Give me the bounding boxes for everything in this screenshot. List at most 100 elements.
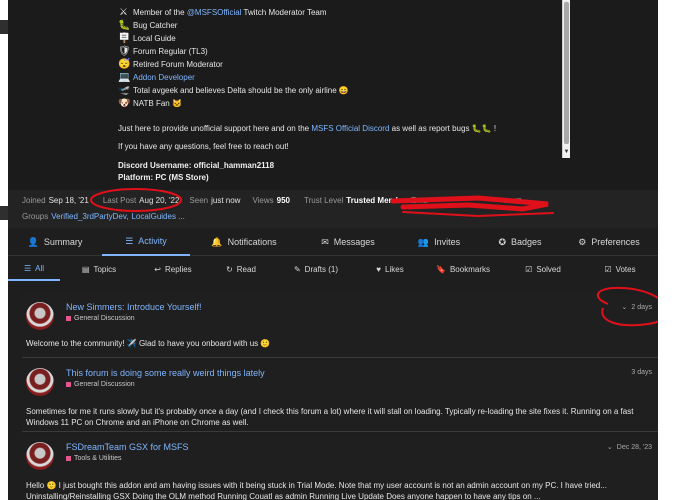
platform-line: Platform: PC (MS Store): [118, 173, 209, 182]
seen-value: just now: [211, 196, 241, 205]
support-line: Just here to provide unofficial support …: [118, 124, 496, 133]
tab-activity[interactable]: ☰ Activity: [102, 228, 190, 256]
email-label: Ema: [410, 196, 428, 205]
user-plus-icon: 👥: [417, 236, 430, 247]
post-excerpt: Welcome to the community! ✈️ Glad to hav…: [26, 339, 271, 348]
filter-votes[interactable]: ☑ Votes: [582, 257, 658, 281]
category-name: General Discussion: [74, 381, 135, 388]
badge-item: 🐛 Bug Catcher: [118, 19, 177, 32]
filter-topics[interactable]: ▤ Topics: [60, 257, 138, 281]
filter-bookmarks[interactable]: 🔖 Bookmarks: [422, 257, 504, 281]
badge-link[interactable]: @MSFSOfficial: [187, 8, 242, 17]
trust-level-value: Trusted Membe: [346, 196, 405, 205]
joined-value: Sep 18, '21: [48, 196, 89, 205]
tab-label: Messages: [333, 237, 375, 247]
topic-title-link[interactable]: New Simmers: Introduce Yourself!: [66, 302, 202, 312]
stream-icon: ☰: [125, 235, 134, 246]
badge-prefix: Member of the: [133, 8, 187, 17]
cog-icon: ⚙: [578, 236, 587, 247]
retired-face-icon: 😴: [118, 59, 131, 70]
filter-label: Solved: [536, 264, 561, 274]
group-link[interactable]: Verified_3rdPartyDev,: [51, 212, 128, 221]
chevron-down-icon[interactable]: ⌄: [607, 443, 613, 451]
tab-label: Preferences: [591, 237, 640, 247]
topic-title-link[interactable]: FSDreamTeam GSX for MSFS: [66, 442, 189, 452]
badge-item: 🛫 Total avgeek and believes Delta should …: [118, 84, 349, 97]
filter-label: Votes: [615, 264, 636, 274]
stream-item: New Simmers: Introduce Yourself! General …: [22, 294, 658, 358]
category-name: Tools & Utilities: [74, 455, 122, 462]
post-date: ⌄ 2 days: [622, 303, 653, 312]
category-badge[interactable]: Tools & Utilities: [66, 455, 121, 462]
category-color-swatch: [66, 316, 71, 321]
stream-item: This forum is doing some really weird th…: [22, 360, 658, 432]
badge-suffix: Twitch Moderator Team: [241, 8, 327, 17]
group-link[interactable]: LocalGuides ...: [131, 212, 184, 221]
tab-label: Activity: [138, 236, 167, 246]
bio-scrollbar[interactable]: ▲ ▼: [562, 0, 570, 158]
user-icon: 👤: [27, 236, 39, 247]
left-gutter: [0, 0, 8, 500]
tab-preferences[interactable]: ⚙ Preferences: [560, 228, 658, 256]
scrollbar-thumb[interactable]: [564, 2, 569, 144]
badge-prefix: Total avgeek and believes Delta should b…: [133, 86, 339, 95]
badge-link[interactable]: Addon Developer: [133, 73, 195, 82]
bug-icon: 🐛: [118, 20, 131, 31]
bell-icon: 🔔: [211, 236, 223, 247]
badge-text: Total avgeek and believes Delta should b…: [133, 86, 349, 95]
badge-text: Retired Forum Moderator: [133, 60, 223, 69]
badge-prefix: Local Guide: [133, 34, 176, 43]
heart-icon: ♥: [376, 264, 382, 274]
tab-messages[interactable]: ✉ Messages: [298, 228, 398, 256]
discord-username: Discord Username: official_hamman2118: [118, 161, 275, 170]
tab-label: Notifications: [227, 237, 277, 247]
trust-level-label: Trust Level: [304, 196, 344, 205]
filter-label: Drafts (1): [304, 264, 339, 274]
badge-item: 💻 Addon Developer: [118, 71, 195, 84]
list-icon: ☰: [23, 263, 32, 273]
filter-likes[interactable]: ♥ Likes: [358, 257, 422, 281]
badge-suffix: 🐱: [171, 99, 182, 108]
laptop-icon: 💻: [118, 72, 131, 83]
post-date: ⌄ Dec 28, '23: [607, 443, 652, 452]
filter-solved[interactable]: ☑ Solved: [504, 257, 582, 281]
filter-drafts-[interactable]: ✎ Drafts (1): [274, 257, 358, 281]
category-badge[interactable]: General Discussion: [66, 315, 135, 322]
badge-text: Addon Developer: [133, 73, 195, 82]
profile-panel: ⚔ Member of the @MSFSOfficial Twitch Mode…: [8, 0, 658, 500]
badge-text: NATB Fan 🐱: [133, 99, 182, 108]
tab-invites[interactable]: 👥 Invites: [398, 228, 480, 256]
topic-title-link[interactable]: This forum is doing some really weird th…: [66, 368, 265, 378]
scroll-down-icon[interactable]: ▼: [563, 148, 570, 156]
avatar[interactable]: [26, 302, 54, 330]
joined-label: Joined: [22, 196, 46, 205]
badge-prefix: Retired Forum Moderator: [133, 60, 223, 69]
tab-notifications[interactable]: 🔔 Notifications: [190, 228, 298, 256]
tab-badges[interactable]: ✪ Badges: [480, 228, 560, 256]
relative-date: 3 days: [631, 369, 652, 376]
user-bio: ⚔ Member of the @MSFSOfficial Twitch Mode…: [8, 0, 658, 190]
tab-summary[interactable]: 👤 Summary: [8, 228, 102, 256]
filter-label: Bookmarks: [449, 264, 490, 274]
avatar[interactable]: [26, 442, 54, 470]
support-suffix: as well as report bugs 🐛🐛 !: [389, 124, 497, 133]
filter-all[interactable]: ☰ All: [8, 257, 60, 281]
badge-item: 🐶 NATB Fan 🐱: [118, 97, 182, 110]
discord-link[interactable]: MSFS Official Discord: [311, 124, 389, 133]
check-square-icon: ☑: [604, 264, 612, 274]
pencil-icon: ✎: [293, 264, 301, 274]
avatar[interactable]: [26, 368, 54, 396]
support-text: Just here to provide unofficial support …: [118, 124, 312, 133]
user-nav-tabs: 👤 Summary ☰ Activity 🔔 Notifications ✉ Messages…: [8, 228, 658, 256]
post-date: 3 days: [631, 369, 652, 376]
questions-line: If you have any questions, feel free to …: [118, 142, 289, 151]
badge-prefix: Forum Regular (TL3): [133, 47, 208, 56]
chevron-down-icon[interactable]: ⌄: [622, 303, 628, 311]
filter-replies[interactable]: ↩ Replies: [138, 257, 208, 281]
badge-item: 😴 Retired Forum Moderator: [118, 58, 223, 71]
category-badge[interactable]: General Discussion: [66, 381, 135, 388]
filter-read[interactable]: ↻ Read: [208, 257, 274, 281]
bookmark-icon: 🔖: [436, 264, 446, 274]
filter-label: Topics: [93, 264, 117, 274]
activity-stream: New Simmers: Introduce Yourself! General …: [22, 294, 658, 500]
